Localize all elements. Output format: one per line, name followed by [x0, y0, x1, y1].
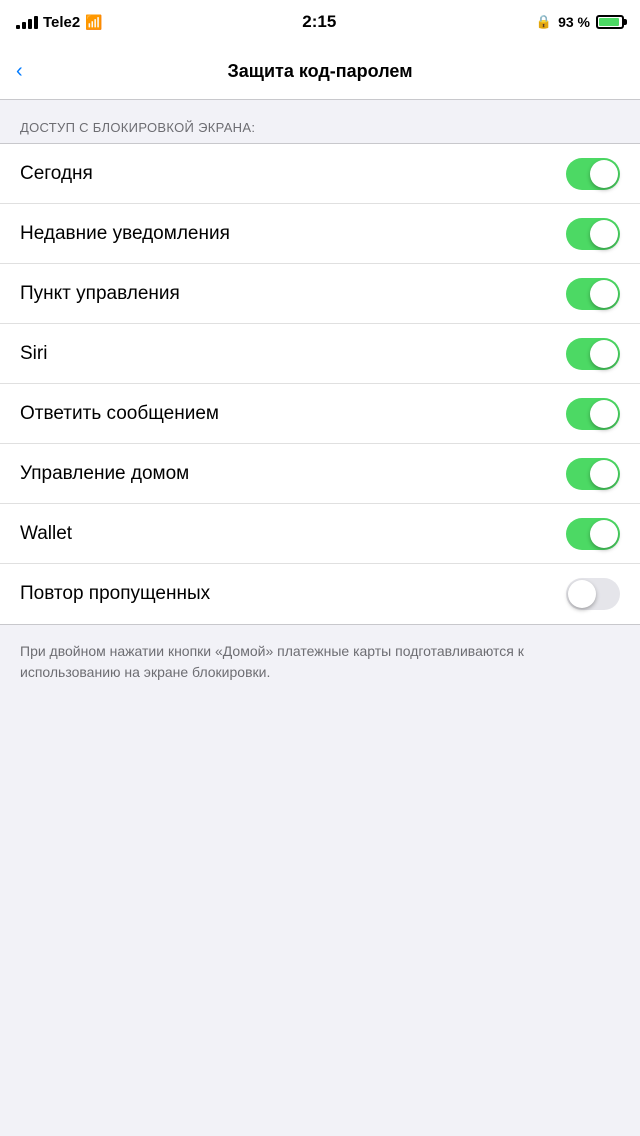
toggle-switch[interactable] — [566, 278, 620, 310]
nav-bar: ‹ Защита код-паролем — [0, 44, 640, 100]
row-label: Пункт управления — [20, 283, 180, 305]
toggle-knob — [590, 220, 618, 248]
back-button[interactable]: ‹ — [16, 60, 23, 83]
row-label: Повтор пропущенных — [20, 583, 210, 605]
battery-icon — [596, 15, 624, 29]
status-right: 🔒 93 % — [536, 14, 624, 30]
toggle-knob — [590, 340, 618, 368]
settings-row[interactable]: Wallet — [0, 504, 640, 564]
toggle-knob — [590, 280, 618, 308]
settings-row[interactable]: Сегодня — [0, 144, 640, 204]
carrier-label: Tele2 — [43, 14, 80, 31]
toggle-knob — [590, 520, 618, 548]
battery-container — [596, 15, 624, 29]
toggle-knob — [590, 160, 618, 188]
wifi-icon: 📶 — [85, 14, 102, 31]
toggle-switch[interactable] — [566, 218, 620, 250]
toggle-knob — [590, 460, 618, 488]
settings-list: Сегодня Недавние уведомления Пункт управле… — [0, 143, 640, 625]
row-label: Ответить сообщением — [20, 403, 219, 425]
settings-row[interactable]: Управление домом — [0, 444, 640, 504]
status-left: Tele2 📶 — [16, 14, 103, 31]
row-label: Управление домом — [20, 463, 189, 485]
battery-percent: 93 % — [558, 14, 590, 30]
footer-note: При двойном нажатии кнопки «Домой» плате… — [0, 625, 640, 699]
row-label: Сегодня — [20, 163, 93, 185]
toggle-switch[interactable] — [566, 338, 620, 370]
settings-row[interactable]: Повтор пропущенных — [0, 564, 640, 624]
battery-fill — [599, 18, 619, 26]
settings-row[interactable]: Ответить сообщением — [0, 384, 640, 444]
lock-icon: 🔒 — [536, 14, 552, 30]
row-label: Недавние уведомления — [20, 223, 230, 245]
toggle-switch[interactable] — [566, 458, 620, 490]
toggle-switch[interactable] — [566, 158, 620, 190]
status-time: 2:15 — [302, 12, 336, 32]
row-label: Wallet — [20, 523, 72, 545]
toggle-switch[interactable] — [566, 578, 620, 610]
settings-row[interactable]: Siri — [0, 324, 640, 384]
settings-row[interactable]: Недавние уведомления — [0, 204, 640, 264]
signal-bars — [16, 15, 38, 29]
toggle-switch[interactable] — [566, 398, 620, 430]
section-header: ДОСТУП С БЛОКИРОВКОЙ ЭКРАНА: — [0, 100, 640, 143]
settings-row[interactable]: Пункт управления — [0, 264, 640, 324]
page-title: Защита код-паролем — [227, 61, 412, 82]
row-label: Siri — [20, 343, 47, 365]
status-bar: Tele2 📶 2:15 🔒 93 % — [0, 0, 640, 44]
toggle-switch[interactable] — [566, 518, 620, 550]
toggle-knob — [568, 580, 596, 608]
toggle-knob — [590, 400, 618, 428]
